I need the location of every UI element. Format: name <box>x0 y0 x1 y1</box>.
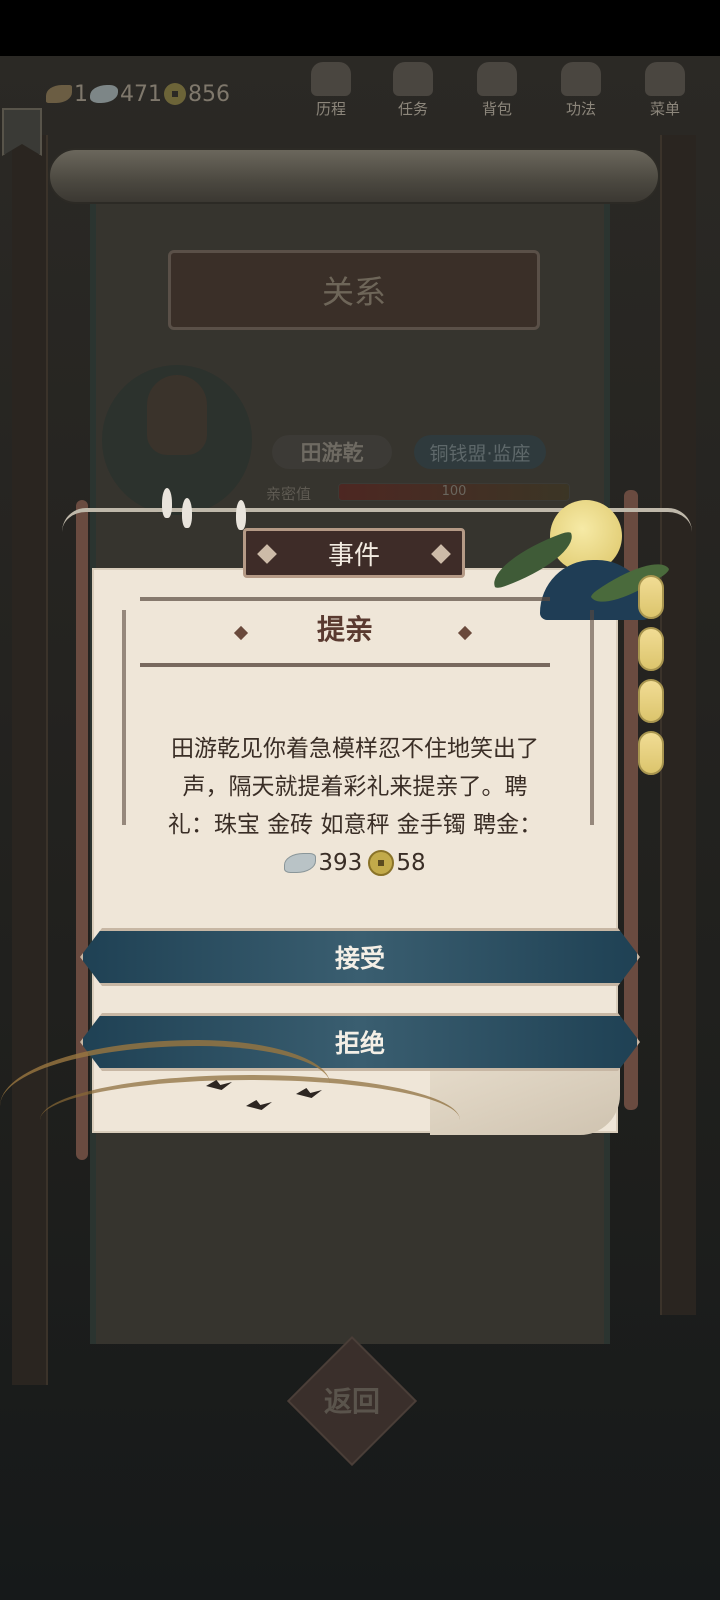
reward-coin-amount: 58 <box>396 850 426 876</box>
silver-icon <box>284 853 317 873</box>
journey-icon <box>311 62 351 96</box>
event-body-line: 田游乾见你着急模样忍不住地笑出了 <box>171 736 539 762</box>
nav-task-label: 任务 <box>397 100 428 118</box>
title-rule <box>140 663 550 667</box>
currency-strip: 1 471 856 <box>46 76 276 112</box>
lantern-icon <box>638 731 664 775</box>
character-title: 铜钱盟·监座 <box>414 435 546 469</box>
menu-icon <box>645 62 685 96</box>
scroll-roll <box>48 148 660 204</box>
character-card: 田游乾 铜钱盟·监座 亲密值 100 <box>92 355 592 515</box>
top-hud: 1 471 856 历程 任务 背包 功法 菜单 <box>0 56 720 136</box>
intimacy-label: 亲密值 <box>266 485 312 503</box>
nav-bag[interactable]: 背包 <box>462 62 532 128</box>
leaf-currency-icon <box>46 85 72 103</box>
intimacy-value: 100 <box>441 484 467 499</box>
relation-title: 关系 <box>168 250 540 330</box>
diamond-icon <box>431 544 451 564</box>
diamond-icon <box>257 544 277 564</box>
nav-task[interactable]: 任务 <box>378 62 448 128</box>
title-rule-top <box>140 597 550 601</box>
lantern-icon <box>638 575 664 619</box>
event-body: 田游乾见你着急模样忍不住地笑出了 声，隔天就提着彩礼来提亲了。聘 礼：珠宝 金砖… <box>140 730 570 882</box>
cloud-swirl-decoration <box>40 1075 460 1165</box>
scroll-icon <box>561 62 601 96</box>
nav-bag-label: 背包 <box>481 100 512 118</box>
lantern-icon <box>638 679 664 723</box>
lantern-icon <box>638 627 664 671</box>
nav-skills-label: 功法 <box>565 100 596 118</box>
silver-currency-icon <box>90 85 118 103</box>
side-rule-right <box>590 610 594 825</box>
reward-line: 393 58 <box>140 844 570 882</box>
nav-menu[interactable]: 菜单 <box>630 62 700 128</box>
bird-icon <box>182 498 192 528</box>
nav-menu-label: 菜单 <box>649 100 680 118</box>
back-button-label: 返回 <box>323 1385 380 1418</box>
event-body-line: 礼：珠宝 金砖 如意秤 金手镯 聘金： <box>167 812 543 838</box>
nav-skills[interactable]: 功法 <box>546 62 616 128</box>
wood-frame-right <box>660 135 696 1315</box>
bird-icon <box>162 488 172 518</box>
silver-amount: 471 <box>120 81 162 107</box>
coin-currency-icon <box>164 83 186 105</box>
bag-icon <box>477 62 517 96</box>
event-header-label: 事件 <box>327 540 380 571</box>
bird-icon <box>236 500 246 530</box>
nav-journey[interactable]: 历程 <box>296 62 366 128</box>
coin-icon <box>368 850 395 876</box>
accept-button-label: 接受 <box>334 944 385 973</box>
event-header: 事件 <box>243 528 465 578</box>
nav-journey-label: 历程 <box>315 100 346 118</box>
accept-button[interactable]: 接受 <box>80 928 640 986</box>
character-portrait <box>102 365 252 515</box>
status-bar <box>0 0 720 56</box>
wood-frame-left <box>12 135 48 1385</box>
decline-button-label: 拒绝 <box>334 1029 385 1058</box>
event-body-line: 声，隔天就提着彩礼来提亲了。聘 <box>182 774 528 800</box>
side-rule-left <box>122 610 126 825</box>
event-title: 提亲 <box>316 613 373 646</box>
reward-silver-amount: 393 <box>318 850 363 876</box>
coin-amount: 856 <box>188 81 230 107</box>
leaf-amount: 1 <box>74 81 88 107</box>
intimacy-bar: 100 <box>338 483 570 501</box>
task-icon <box>393 62 433 96</box>
character-name: 田游乾 <box>272 435 392 469</box>
